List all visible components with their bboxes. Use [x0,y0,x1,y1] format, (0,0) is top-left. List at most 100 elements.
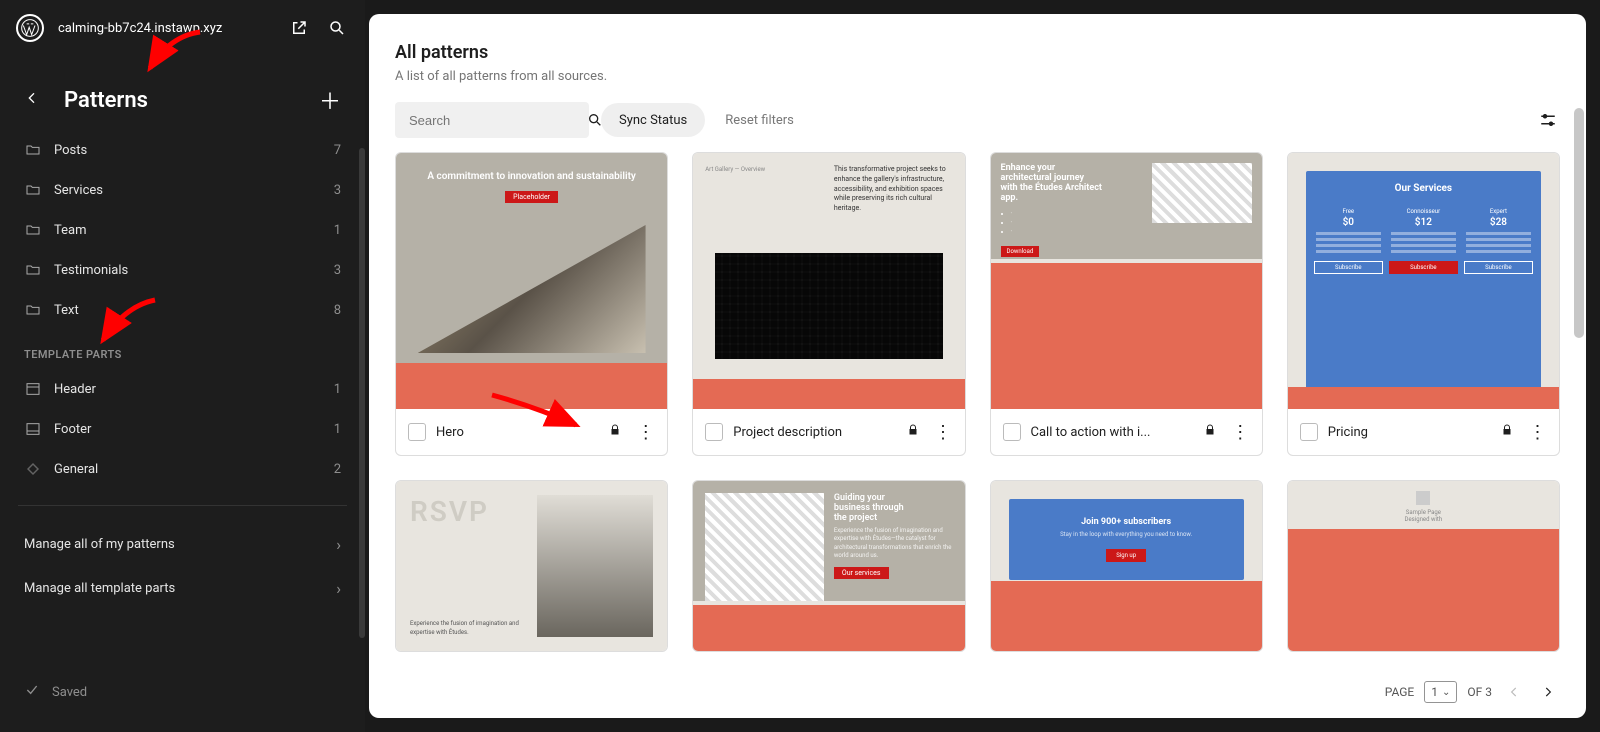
folder-icon [24,221,42,239]
open-site-icon[interactable] [287,16,311,40]
pattern-preview: Guiding yourbusiness throughthe project … [693,481,964,651]
select-checkbox[interactable] [1300,423,1318,441]
select-checkbox[interactable] [705,423,723,441]
panel-header: All patterns A list of all patterns from… [369,14,1586,102]
sidebar-item-team[interactable]: Team 1 [12,210,353,250]
reset-filters-button[interactable]: Reset filters [717,113,802,128]
folder-icon [24,181,42,199]
pattern-preview: Our Services Free$0Subscribe Connoisseur… [1288,153,1559,409]
preview-text: Join 900+ subscribers [1017,517,1236,527]
preview-text: Placeholder [505,191,558,203]
pattern-grid: A commitment to innovation and sustainab… [369,152,1586,718]
page-of-label: OF 3 [1467,685,1492,699]
card-footer: Project description ⋮ [693,409,964,455]
search-icon[interactable] [325,16,349,40]
pattern-card[interactable]: Join 900+ subscribers Stay in the loop w… [990,480,1263,652]
preview-text: Art Gallery — Overview [705,166,765,173]
manage-template-parts-link[interactable]: Manage all template parts › [0,566,365,610]
toolbar: Sync Status Reset filters [369,102,1586,152]
card-actions-menu[interactable]: ⋮ [1230,422,1250,443]
pattern-preview: Sample Page Designed with [1288,481,1559,651]
pattern-card-project-description[interactable]: Art Gallery — Overview This transformati… [692,152,965,456]
page-label: PAGE [1385,685,1415,699]
template-parts-list: Header 1 Footer 1 General 2 [0,369,365,489]
sidebar-item-text[interactable]: Text 8 [12,290,353,330]
sidebar-scrollbar[interactable] [359,148,365,638]
select-checkbox[interactable] [408,423,426,441]
divider [18,505,347,506]
next-page-button[interactable] [1536,680,1560,704]
preview-text: Guiding your [834,493,885,503]
view-options-button[interactable] [1536,108,1560,132]
card-actions-menu[interactable]: ⋮ [1527,422,1547,443]
sidebar-item-label: Team [54,223,322,238]
search-box[interactable] [395,102,589,138]
preview-text: A commitment to innovation and sustainab… [396,171,667,182]
lock-icon [1501,423,1517,441]
pattern-card[interactable]: Sample Page Designed with [1287,480,1560,652]
chevron-down-icon: ⌄ [1442,687,1450,698]
sidebar-item-label: Services [54,183,322,198]
panel-scrollbar[interactable] [1574,108,1584,338]
sync-status-filter[interactable]: Sync Status [601,103,705,137]
card-title: Call to action with i... [1031,425,1194,440]
preview-text: Expert [1464,208,1533,215]
panel-subtitle: A list of all patterns from all sources. [395,69,1560,84]
card-actions-menu[interactable]: ⋮ [635,422,655,443]
sidebar-item-services[interactable]: Services 3 [12,170,353,210]
lock-icon [907,423,923,441]
add-pattern-button[interactable]: ＋ [319,84,341,116]
sidebar-item-count: 2 [334,462,341,477]
preview-text: app. [1001,193,1019,203]
sidebar-item-header[interactable]: Header 1 [12,369,353,409]
section-heading-label: TEMPLATE PARTS [24,348,122,361]
chevron-right-icon: › [336,535,341,554]
preview-text: Connoisseur [1389,208,1458,215]
search-input[interactable] [407,112,587,129]
preview-text: $28 [1464,217,1533,228]
preview-text: Our Services [1314,183,1533,194]
sidebar-item-count: 8 [334,303,341,318]
sidebar-item-count: 3 [334,183,341,198]
pattern-preview: Art Gallery — Overview This transformati… [693,153,964,409]
pattern-card-cta[interactable]: Enhance your architectural journey with … [990,152,1263,456]
chevron-right-icon: › [336,579,341,598]
card-actions-menu[interactable]: ⋮ [933,422,953,443]
manage-patterns-link[interactable]: Manage all of my patterns › [0,522,365,566]
preview-text: $12 [1389,217,1458,228]
page-select[interactable]: 1 ⌄ [1424,681,1457,703]
preview-text: business through [834,503,904,513]
site-name[interactable]: calming-bb7c24.instawp.xyz [58,21,273,36]
sidebar: calming-bb7c24.instawp.xyz Patterns ＋ Po… [0,0,365,732]
back-button[interactable] [24,90,48,111]
preview-text: Enhance your [1001,163,1056,173]
pattern-card[interactable]: Guiding yourbusiness throughthe project … [692,480,965,652]
card-title: Hero [436,425,599,440]
saved-label: Saved [52,685,87,700]
content-panel: All patterns A list of all patterns from… [369,14,1586,718]
sidebar-item-posts[interactable]: Posts 7 [12,130,353,170]
sidebar-item-count: 1 [334,223,341,238]
sidebar-item-count: 3 [334,263,341,278]
prev-page-button[interactable] [1502,680,1526,704]
sidebar-item-general[interactable]: General 2 [12,449,353,489]
wordpress-logo-icon[interactable] [16,14,44,42]
header-layout-icon [24,380,42,398]
pattern-card-pricing[interactable]: Our Services Free$0Subscribe Connoisseur… [1287,152,1560,456]
select-checkbox[interactable] [1003,423,1021,441]
patterns-header: Patterns ＋ [0,56,365,130]
pattern-preview: Join 900+ subscribers Stay in the loop w… [991,481,1262,651]
pattern-card[interactable]: RSVP Experience the fusion of imaginatio… [395,480,668,652]
page-current: 1 [1431,685,1438,699]
sidebar-item-label: Text [54,303,322,318]
preview-text: architectural journey [1001,173,1085,183]
sidebar-item-label: Posts [54,143,322,158]
pattern-preview: A commitment to innovation and sustainab… [396,153,667,409]
preview-text: RSVP [410,495,527,528]
sidebar-item-testimonials[interactable]: Testimonials 3 [12,250,353,290]
sidebar-item-count: 7 [334,143,341,158]
pattern-card-hero[interactable]: A commitment to innovation and sustainab… [395,152,668,456]
preview-text: Free [1314,208,1383,215]
sidebar-item-footer[interactable]: Footer 1 [12,409,353,449]
lock-icon [609,423,625,441]
